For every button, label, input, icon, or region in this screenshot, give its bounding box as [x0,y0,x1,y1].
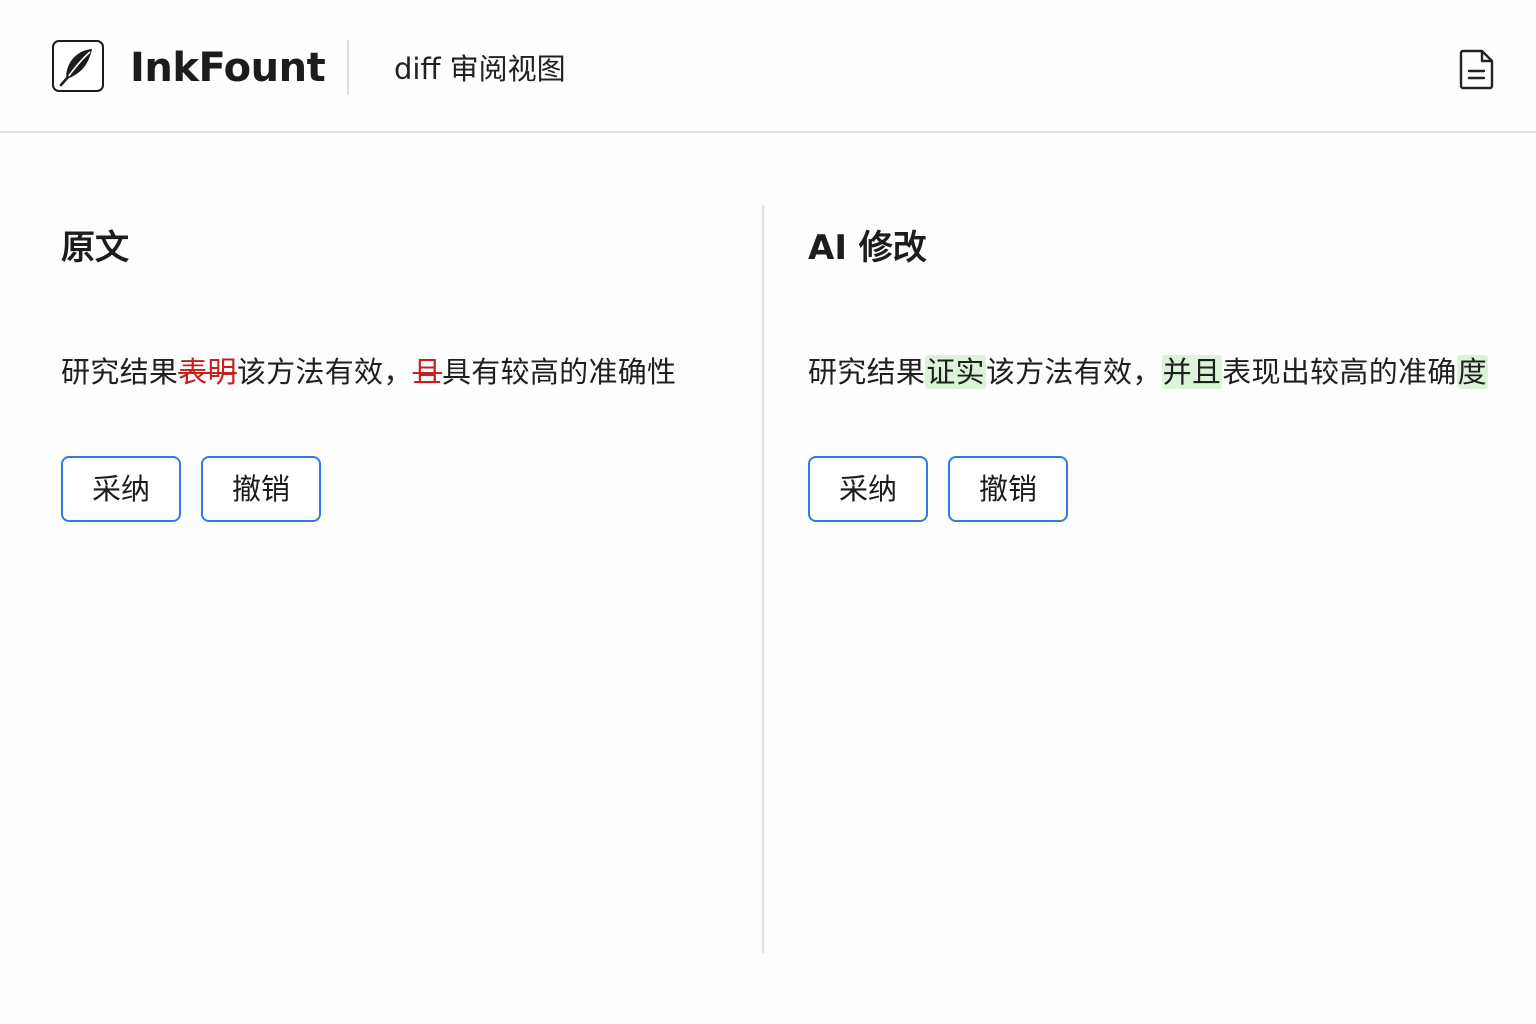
text-segment: 该方法有效， [985,355,1162,389]
logo [52,40,104,92]
text-segment: 具有较高的准确性 [441,355,677,389]
app-header: InkFount diff 审阅视图 [0,0,1536,133]
pane-title-original: 原文 [61,228,129,268]
header-separator [347,40,349,95]
deleted-segment: 且 [412,355,442,389]
revised-text: 研究结果证实该方法有效，并且表现出较高的准确度 [808,350,1488,394]
pane-divider [762,205,764,953]
text-segment: 研究结果 [808,355,926,389]
accept-button[interactable]: 采纳 [61,456,181,522]
ai-revision-actions: 采纳 撤销 [808,456,1068,522]
view-title: diff 审阅视图 [394,52,566,86]
inserted-segment: 证实 [925,355,986,389]
text-segment: 该方法有效， [236,355,413,389]
text-segment: 表现出较高的准确 [1222,355,1457,389]
inserted-segment: 并且 [1161,355,1223,389]
feather-icon [59,49,92,87]
accept-button[interactable]: 采纳 [808,456,928,522]
inserted-segment: 度 [1456,355,1488,389]
pane-title-ai-revision: AI 修改 [808,228,927,268]
original-actions: 采纳 撤销 [61,456,321,522]
deleted-segment: 表明 [178,355,237,389]
document-icon[interactable] [1458,47,1496,91]
brand-name: InkFount [130,45,326,91]
original-text: 研究结果表明该方法有效，且具有较高的准确性 [61,350,676,394]
revert-button[interactable]: 撤销 [201,456,321,522]
revert-button[interactable]: 撤销 [948,456,1068,522]
text-segment: 研究结果 [61,355,179,389]
